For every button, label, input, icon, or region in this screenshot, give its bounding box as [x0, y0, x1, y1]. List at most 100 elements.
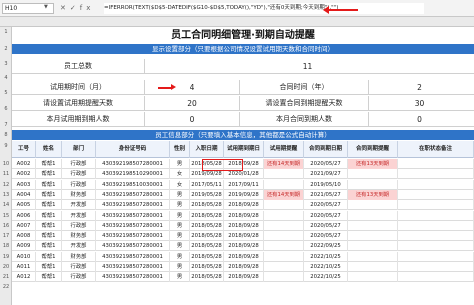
table-cell[interactable]: 帮帮1	[36, 251, 62, 262]
confirm-icon[interactable]: ✓	[70, 4, 80, 12]
row-number[interactable]: 6	[0, 106, 12, 112]
table-cell[interactable]	[398, 262, 474, 272]
table-cell[interactable]: 帮帮1	[36, 262, 62, 272]
table-cell[interactable]	[264, 179, 304, 190]
table-cell[interactable]: 财务部	[62, 251, 96, 262]
table-cell[interactable]: 2018/05/28	[190, 220, 224, 231]
table-cell[interactable]: 行政部	[62, 272, 96, 283]
column-header[interactable]: 在职状态备注	[398, 141, 474, 158]
table-cell[interactable]: 2018/05/28	[190, 231, 224, 242]
table-cell[interactable]: 430392198507280001	[96, 272, 170, 283]
table-cell[interactable]: 2022/09/25	[304, 241, 348, 252]
table-cell[interactable]: A005	[12, 200, 36, 211]
table-cell[interactable]	[398, 241, 474, 252]
table-cell[interactable]: 2018/09/28	[224, 231, 264, 242]
table-cell[interactable]: 帮帮1	[36, 169, 62, 180]
table-cell[interactable]: 2018/09/28	[224, 262, 264, 272]
table-cell[interactable]: 行政部	[62, 262, 96, 272]
table-cell[interactable]: 2020/05/27	[304, 159, 348, 169]
table-cell[interactable]	[348, 200, 398, 211]
table-cell[interactable]: 2018/09/28	[224, 272, 264, 283]
table-cell[interactable]: 帮帮1	[36, 272, 62, 283]
table-cell[interactable]: A003	[12, 179, 36, 190]
table-cell[interactable]: 行政部	[62, 169, 96, 180]
table-cell[interactable]: 男	[170, 210, 190, 221]
table-cell[interactable]: 行政部	[62, 179, 96, 190]
row-number[interactable]: 11	[0, 171, 12, 177]
row-number[interactable]: 3	[0, 61, 12, 67]
table-cell[interactable]: 430392198507280001	[96, 159, 170, 169]
row-number[interactable]: 7	[0, 122, 12, 128]
table-cell[interactable]: 帮帮1	[36, 220, 62, 231]
column-header[interactable]: 合同到期日期	[304, 141, 348, 158]
column-header[interactable]: 入职日期	[190, 141, 224, 158]
table-cell[interactable]: A008	[12, 231, 36, 242]
table-cell[interactable]: 2018/09/28	[224, 241, 264, 252]
table-cell[interactable]: 2018/09/28	[224, 210, 264, 221]
table-cell[interactable]: 430392198507280001	[96, 251, 170, 262]
table-cell[interactable]: 430392198507280001	[96, 210, 170, 221]
row-number[interactable]: 14	[0, 202, 12, 208]
table-cell[interactable]: 男	[170, 241, 190, 252]
row-number[interactable]: 21	[0, 274, 12, 280]
column-header[interactable]: 姓名	[36, 141, 62, 158]
table-cell[interactable]: A011	[12, 262, 36, 272]
row-number[interactable]: 10	[0, 161, 12, 167]
month-contract-value[interactable]: 0	[368, 112, 470, 127]
table-cell[interactable]: 2020/05/27	[304, 200, 348, 211]
fx-icon[interactable]: fx	[80, 4, 95, 12]
table-cell[interactable]: 开发部	[62, 241, 96, 252]
table-cell[interactable]: 男	[170, 200, 190, 211]
table-cell[interactable]: A002	[12, 159, 36, 169]
table-cell[interactable]	[264, 220, 304, 231]
table-cell[interactable]: 帮帮1	[36, 159, 62, 169]
table-cell[interactable]: 开发部	[62, 210, 96, 221]
table-cell[interactable]	[348, 251, 398, 262]
table-cell[interactable]: 430392198507280001	[96, 241, 170, 252]
row-number[interactable]: 22	[0, 284, 12, 290]
table-cell[interactable]: A007	[12, 220, 36, 231]
column-header[interactable]: 身份证号码	[96, 141, 170, 158]
table-cell[interactable]	[264, 210, 304, 221]
table-cell[interactable]	[264, 272, 304, 283]
table-cell[interactable]: 女	[170, 169, 190, 180]
table-cell[interactable]: 男	[170, 231, 190, 242]
table-cell[interactable]: 2018/09/28	[224, 251, 264, 262]
table-cell[interactable]: 2018/05/28	[190, 210, 224, 221]
table-cell[interactable]	[398, 272, 474, 283]
remind-contract-value[interactable]: 30	[368, 96, 470, 111]
table-cell[interactable]	[398, 169, 474, 180]
table-cell[interactable]	[398, 220, 474, 231]
column-header[interactable]: 试用期到期日	[224, 141, 264, 158]
row-number[interactable]: 20	[0, 264, 12, 270]
table-cell[interactable]	[348, 231, 398, 242]
cancel-icon[interactable]: ✕	[60, 4, 70, 12]
table-cell[interactable]: 2021/09/27	[304, 169, 348, 180]
row-number[interactable]: 16	[0, 223, 12, 229]
table-cell[interactable]: 430392198510290001	[96, 169, 170, 180]
name-box-dropdown-icon[interactable]: ▼	[44, 4, 48, 10]
table-cell[interactable]: 男	[170, 220, 190, 231]
table-cell[interactable]: 2018/05/28	[190, 200, 224, 211]
table-cell[interactable]: 帮帮1	[36, 231, 62, 242]
table-cell[interactable]	[348, 220, 398, 231]
table-cell[interactable]	[264, 200, 304, 211]
table-cell[interactable]: 还有13天到期	[348, 189, 398, 200]
row-number[interactable]: 15	[0, 213, 12, 219]
column-header[interactable]: 部门	[62, 141, 96, 158]
row-number[interactable]: 13	[0, 192, 12, 198]
table-cell[interactable]	[264, 262, 304, 272]
table-cell[interactable]: 帮帮1	[36, 179, 62, 190]
table-cell[interactable]	[264, 251, 304, 262]
remind-prob-value[interactable]: 20	[144, 96, 240, 111]
table-cell[interactable]: 男	[170, 272, 190, 283]
table-cell[interactable]	[348, 179, 398, 190]
table-cell[interactable]: 2017/05/11	[190, 179, 224, 190]
table-cell[interactable]: 男	[170, 251, 190, 262]
table-cell[interactable]	[398, 179, 474, 190]
column-header[interactable]: 试用期提醒	[264, 141, 304, 158]
table-cell[interactable]	[398, 189, 474, 200]
contract-value[interactable]: 2	[368, 80, 470, 95]
table-cell[interactable]	[348, 169, 398, 180]
column-header[interactable]: 性别	[170, 141, 190, 158]
